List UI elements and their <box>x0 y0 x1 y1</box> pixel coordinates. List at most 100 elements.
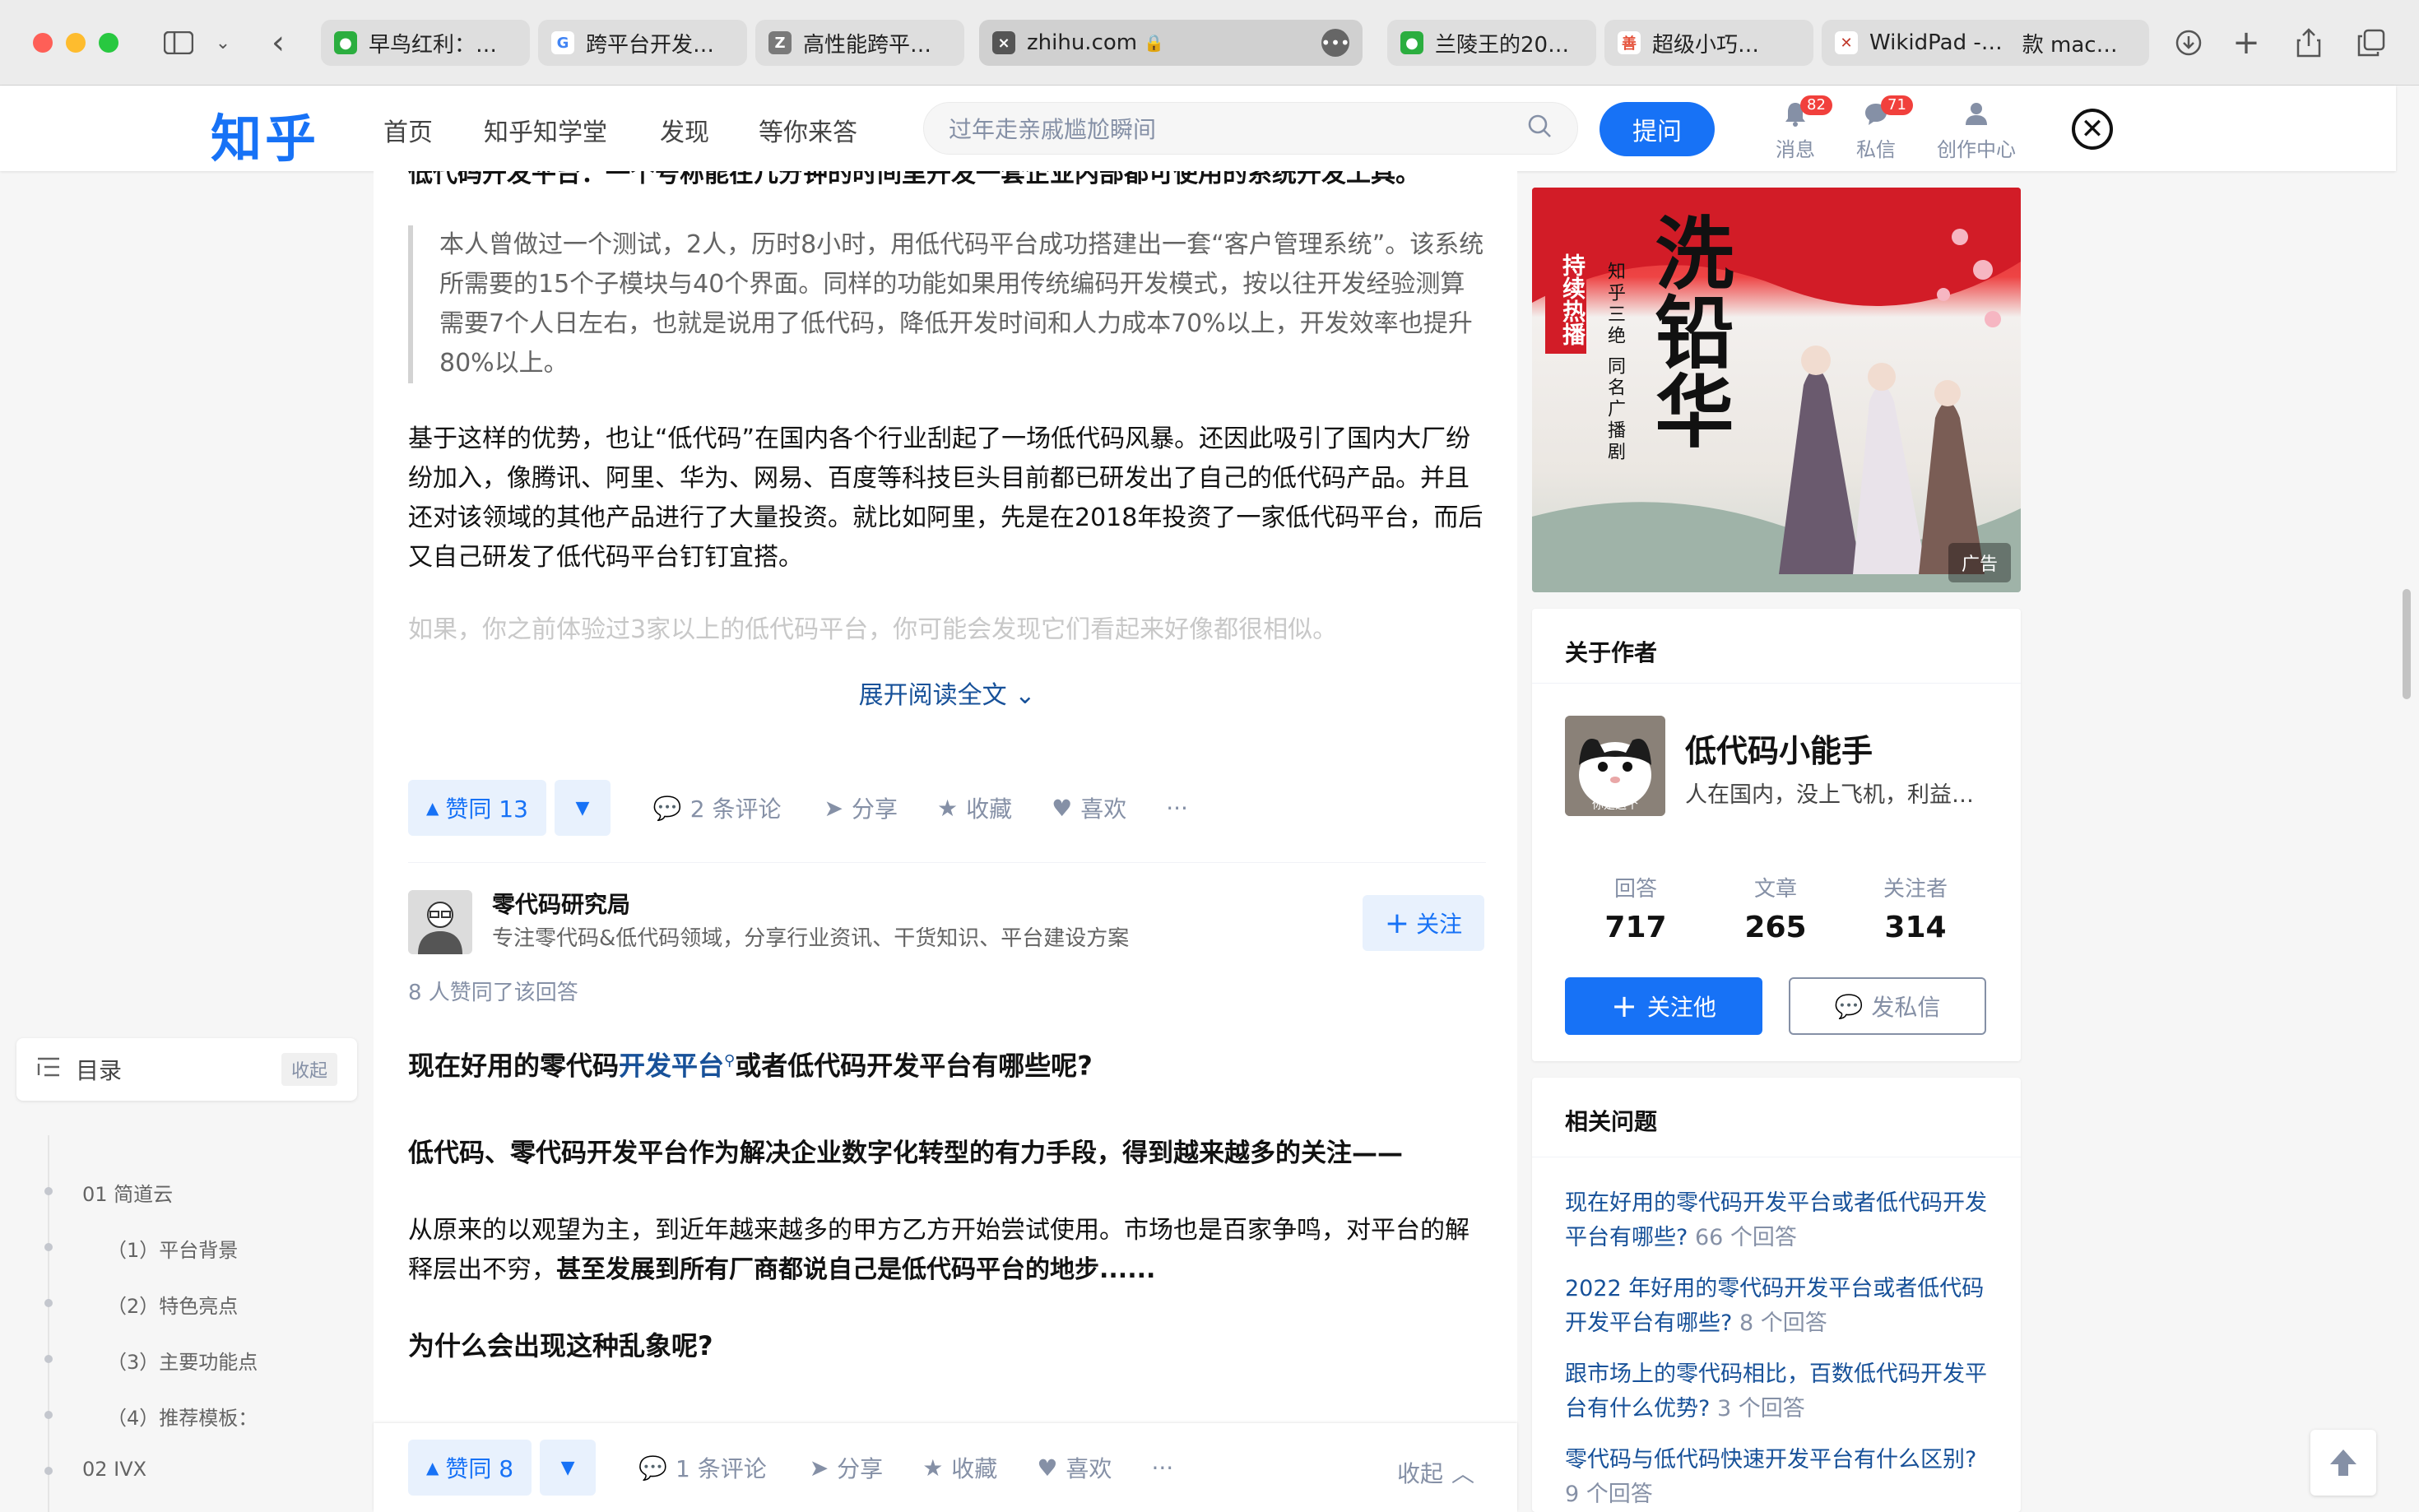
back-icon[interactable]: ‹ <box>262 24 295 62</box>
answer-content: 低代码开发平台：一个号称能在几分钟的时间里开发一套企业内部都可使用的系统开发工具… <box>408 171 1486 194</box>
ad-title: 洗铅华 <box>1641 212 1734 449</box>
toc-collapse-button[interactable]: 收起 <box>281 1053 337 1086</box>
fold-answer-button[interactable]: 收起 ︿ <box>1397 1456 1474 1489</box>
like-button[interactable]: ♥ 喜欢 <box>1052 791 1126 824</box>
paper-plane-icon: ➤ <box>809 1454 829 1482</box>
close-icon[interactable]: ✕ <box>2072 109 2113 150</box>
chevron-down-icon[interactable]: ⌄ <box>211 25 235 61</box>
browser-tab[interactable]: 善 超级小巧… <box>1604 20 1813 66</box>
comment-icon: 💬 <box>652 794 682 822</box>
related-question[interactable]: 现在好用的零代码开发平台或者低代码开发平台有哪些? 66 个回答 <box>1565 1186 1993 1255</box>
ask-question-button[interactable]: 提问 <box>1600 102 1715 156</box>
browser-tab-active[interactable]: × zhihu.com 🔒 ••• <box>979 20 1363 66</box>
stat-answers[interactable]: 回答 717 <box>1570 872 1702 944</box>
tab-overview-icon[interactable] <box>2353 25 2389 61</box>
keyword-link[interactable]: 开发平台 <box>619 1051 724 1082</box>
stat-value: 717 <box>1604 911 1667 944</box>
related-question[interactable]: 跟市场上的零代码相比，百数低代码开发平台有什么优势? 3 个回答 <box>1565 1357 1993 1426</box>
plus-icon: + <box>1611 988 1637 1024</box>
article-top-line: 低代码开发平台：一个号称能在几分钟的时间里开发一套企业内部都可使用的系统开发工具… <box>408 171 1420 188</box>
zoom-window-button[interactable] <box>99 33 118 53</box>
comments-button[interactable]: 💬 2 条评论 <box>653 791 782 824</box>
bell-icon: 82 <box>1754 95 1836 133</box>
toc-item[interactable]: （4）推荐模板： <box>107 1402 258 1431</box>
messages-button[interactable]: 82 消息 <box>1754 95 1836 162</box>
expand-full-text-link[interactable]: 展开阅读全文 ⌄ <box>408 675 1486 711</box>
more-icon[interactable]: ••• <box>1321 29 1350 57</box>
toc-item[interactable]: （3）主要功能点 <box>107 1346 258 1375</box>
follow-author-button[interactable]: + 关注他 <box>1565 977 1762 1035</box>
answer-list: 低代码开发平台：一个号称能在几分钟的时间里开发一套企业内部都可使用的系统开发工具… <box>374 171 1517 1512</box>
nav-zhixuetang[interactable]: 知乎知学堂 <box>484 112 607 148</box>
collect-button[interactable]: ★ 收藏 <box>922 1451 997 1484</box>
downvote-button[interactable]: ▼ <box>554 780 611 836</box>
toc-dot <box>44 1411 53 1419</box>
toc-dot <box>44 1355 53 1363</box>
related-question[interactable]: 零代码与低代码快速开发平台有什么区别? 9 个回答 <box>1565 1443 1993 1512</box>
author-name[interactable]: 零代码研究局 <box>492 887 630 920</box>
stat-articles[interactable]: 文章 265 <box>1710 872 1841 944</box>
avatar[interactable] <box>408 890 472 954</box>
direct-messages-button[interactable]: 71 私信 <box>1835 95 1917 162</box>
share-button[interactable]: ➤ 分享 <box>810 1451 883 1484</box>
site-header: 知乎 首页 知乎知学堂 发现 等你来答 过年走亲戚尴尬瞬间 提问 82 消息 7… <box>0 86 2396 171</box>
related-question[interactable]: 2022 年好用的零代码开发平台或者低代码开发平台有哪些? 8 个回答 <box>1565 1272 1993 1341</box>
toc-item[interactable]: （2）特色亮点 <box>107 1290 238 1319</box>
minimize-window-button[interactable] <box>66 33 86 53</box>
sidebar-toggle-icon[interactable] <box>158 25 199 61</box>
collect-button[interactable]: ★ 收藏 <box>937 791 1012 824</box>
wikidpad-icon: ✕ <box>1835 31 1858 54</box>
search-icon[interactable] <box>1526 113 1553 145</box>
follow-button[interactable]: + 关注 <box>1363 895 1484 951</box>
toc-item[interactable]: 02 IVX <box>82 1458 146 1481</box>
article-paragraph: 基于这样的优势，也让“低代码”在国内各个行业刮起了一场低代码风暴。还因此吸引了国… <box>408 424 1483 572</box>
close-window-button[interactable] <box>33 33 53 53</box>
ad-banner[interactable]: 持续热播 洗铅华 知乎三绝 同名广播剧 广告 <box>1532 188 2021 592</box>
downvote-button[interactable]: ▼ <box>540 1440 597 1496</box>
chat-icon: 71 <box>1835 95 1917 133</box>
more-actions-button[interactable]: ··· <box>1151 1454 1173 1482</box>
send-message-button[interactable]: 💬 发私信 <box>1789 977 1986 1035</box>
google-icon: G <box>551 31 574 54</box>
search-input[interactable]: 过年走亲戚尴尬瞬间 <box>923 102 1578 155</box>
browser-toolbar: ⌄ ‹ ● 早鸟红利：… G 跨平台开发… Z 高性能跨平… × zhihu.c… <box>0 0 2419 86</box>
wechat-icon: ● <box>1400 31 1423 54</box>
creator-center-button[interactable]: 创作中心 <box>1935 100 2017 162</box>
avatar-caption: 你是这个 <box>1592 799 1638 812</box>
download-icon[interactable] <box>2171 25 2207 61</box>
upvote-button[interactable]: ▲ 赞同 13 <box>408 780 546 836</box>
vote-count-note: 8 人赞同了该回答 <box>408 981 578 1005</box>
creator-icon <box>1935 100 2017 133</box>
zhihu-logo[interactable]: 知乎 <box>211 97 319 171</box>
tab-close-icon[interactable]: × <box>992 31 1015 54</box>
arrow-up-icon <box>2330 1449 2356 1476</box>
sticky-actions: ▲ 赞同 8 ▼ 💬 1 条评论 ➤ 分享 ★ 收藏 ♥ 喜欢 ··· <box>408 1440 1173 1496</box>
answer-subheading: 低代码、零代码开发平台作为解决企业数字化转型的有力手段，得到越来越多的关注—— <box>408 1139 1403 1168</box>
scrollbar[interactable] <box>2403 589 2411 699</box>
browser-tab[interactable]: ● 兰陵王的20… <box>1387 20 1596 66</box>
browser-tab[interactable]: ● 早鸟红利：… <box>321 20 530 66</box>
comments-button[interactable]: 💬 1 条评论 <box>638 1451 767 1484</box>
toc-item[interactable]: 01 简道云 <box>82 1178 173 1207</box>
ad-label: 广告 <box>1948 543 2011 582</box>
site-icon: 善 <box>1618 31 1641 54</box>
browser-tab[interactable]: G 跨平台开发… <box>538 20 747 66</box>
stat-followers[interactable]: 关注者 314 <box>1850 872 1981 944</box>
new-tab-icon[interactable]: + <box>2228 24 2264 62</box>
browser-tab[interactable]: Z 高性能跨平… <box>755 20 964 66</box>
toc-item[interactable]: （1）平台背景 <box>107 1234 238 1263</box>
back-to-top-button[interactable] <box>2310 1430 2376 1496</box>
browser-tab[interactable]: ✕ WikidPad -… 款 mac… <box>1822 20 2149 66</box>
like-button[interactable]: ♥ 喜欢 <box>1037 1451 1112 1484</box>
more-actions-button[interactable]: ··· <box>1166 795 1188 822</box>
share-button[interactable]: ➤ 分享 <box>824 791 898 824</box>
nav-discover[interactable]: 发现 <box>660 112 709 148</box>
ad-subtitle: 知乎三绝 同名广播剧 <box>1604 262 1625 463</box>
avatar[interactable]: 你是这个 <box>1565 716 1665 816</box>
share-icon[interactable] <box>2291 25 2327 61</box>
nav-waiting-answers[interactable]: 等你来答 <box>759 112 857 148</box>
stat-label: 文章 <box>1753 877 1797 902</box>
upvote-button[interactable]: ▲ 赞同 8 <box>408 1440 532 1496</box>
nav-home[interactable]: 首页 <box>383 112 433 148</box>
author-name[interactable]: 低代码小能手 <box>1685 726 1873 771</box>
